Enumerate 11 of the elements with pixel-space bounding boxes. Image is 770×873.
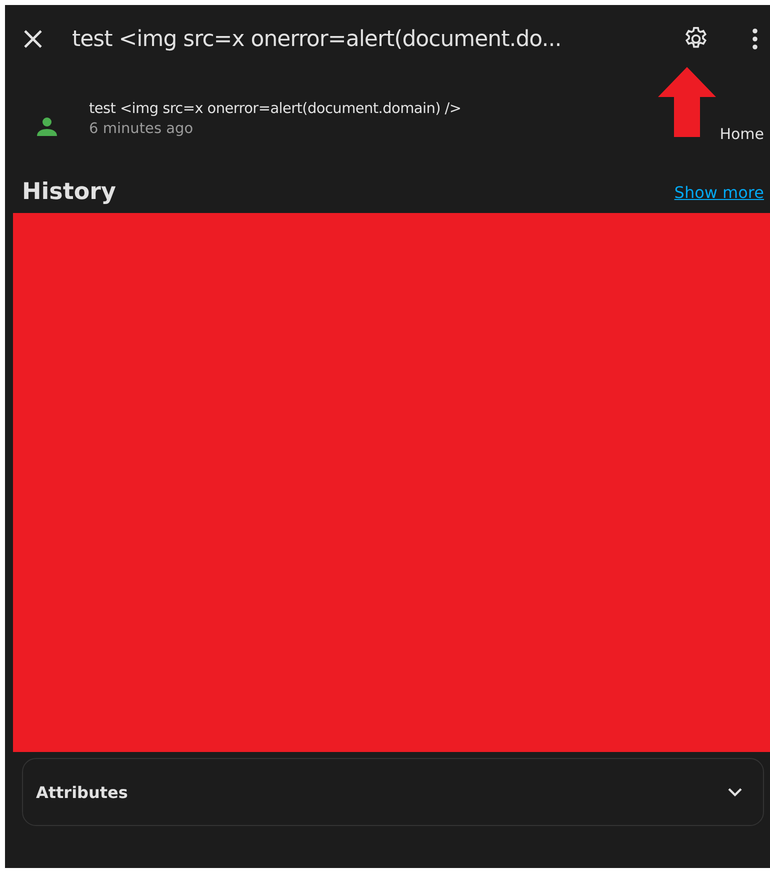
- history-heading: History: [22, 179, 116, 205]
- entity-name: test <img src=x onerror=alert(document.domain) />: [89, 101, 462, 117]
- attributes-expander[interactable]: Attributes: [22, 758, 764, 826]
- entity-state: Home: [720, 125, 764, 143]
- arrow-icon: [657, 67, 717, 137]
- show-more-link[interactable]: Show more: [674, 182, 764, 202]
- more-icon[interactable]: [752, 28, 758, 50]
- chevron-icon: [727, 787, 743, 797]
- dialog-title: test <img src=x onerror=alert(document.do...: [72, 26, 562, 52]
- close-icon[interactable]: [22, 28, 44, 50]
- last-changed-time: 6 minutes ago: [89, 121, 194, 137]
